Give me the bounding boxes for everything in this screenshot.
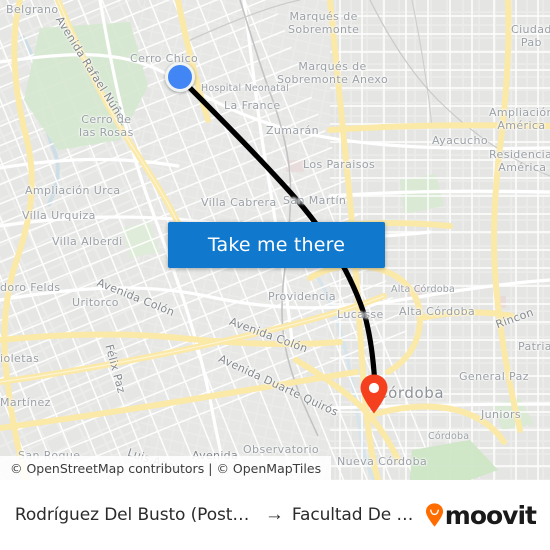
- map-canvas[interactable]: Belgrano Avenida Rafael Núñez Cerro Chico H…: [0, 0, 550, 480]
- moovit-trip-screen: Belgrano Avenida Rafael Núñez Cerro Chico H…: [0, 0, 550, 550]
- trip-summary: Rodríguez Del Busto (Posterior Et… → Fac…: [14, 505, 417, 526]
- destination-marker[interactable]: [359, 374, 389, 414]
- moovit-pin-icon: [425, 503, 444, 527]
- attribution-osm[interactable]: © OpenStreetMap contributors: [10, 461, 204, 476]
- arrow-right-icon: →: [264, 503, 284, 525]
- attribution-separator: |: [208, 460, 213, 476]
- trip-footer-bar: Rodríguez Del Busto (Posterior Et… → Fac…: [0, 480, 550, 550]
- moovit-wordmark: moovit: [444, 500, 537, 530]
- map-attribution: © OpenStreetMap contributors | © OpenMap…: [0, 456, 332, 480]
- take-me-there-button[interactable]: Take me there: [168, 222, 385, 268]
- origin-marker[interactable]: [165, 62, 195, 92]
- trip-destination-label: Facultad De Ar…: [291, 505, 416, 525]
- trip-origin-label: Rodríguez Del Busto (Posterior Et…: [14, 505, 257, 525]
- attribution-tiles[interactable]: © OpenMapTiles: [216, 461, 321, 476]
- moovit-logo[interactable]: moovit: [425, 500, 537, 530]
